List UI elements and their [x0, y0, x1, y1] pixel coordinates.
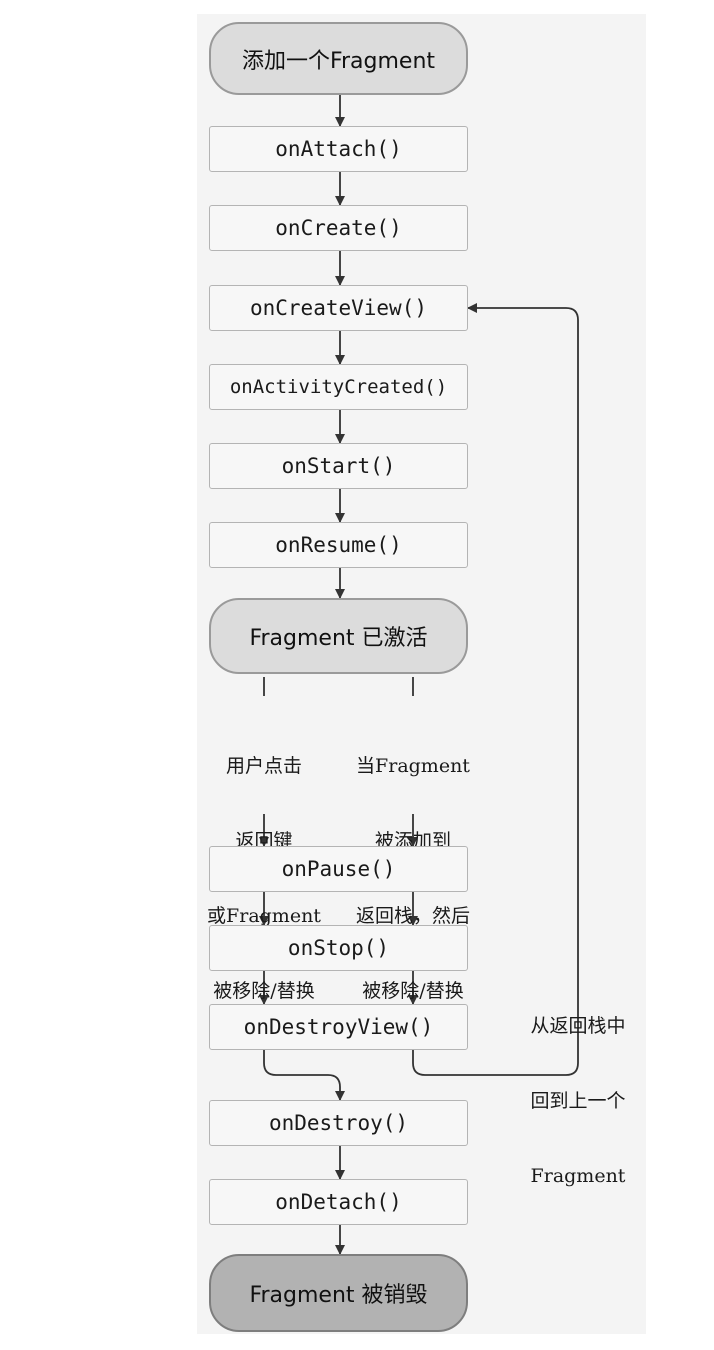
active-node: Fragment 已激活 [209, 598, 468, 674]
on-destroy-box: onDestroy() [209, 1100, 468, 1146]
on-stop-box: onStop() [209, 925, 468, 971]
on-destroy-view-box: onDestroyView() [209, 1004, 468, 1050]
on-attach-box: onAttach() [209, 126, 468, 172]
on-start-box: onStart() [209, 443, 468, 489]
back-loop-label: 从返回栈中 回到上一个 Fragment [530, 1015, 626, 1187]
on-create-box: onCreate() [209, 205, 468, 251]
on-activity-created-box: onActivityCreated() [209, 364, 468, 410]
on-create-view-box: onCreateView() [209, 285, 468, 331]
end-node: Fragment 被销毁 [209, 1254, 468, 1332]
start-node: 添加一个Fragment [209, 22, 468, 95]
on-detach-box: onDetach() [209, 1179, 468, 1225]
lifecycle-diagram: 添加一个Fragment onAttach() onCreate() onCre… [0, 0, 714, 1350]
arrow-destroyview-to-destroy [263, 1050, 345, 1101]
on-pause-box: onPause() [209, 846, 468, 892]
on-resume-box: onResume() [209, 522, 468, 568]
